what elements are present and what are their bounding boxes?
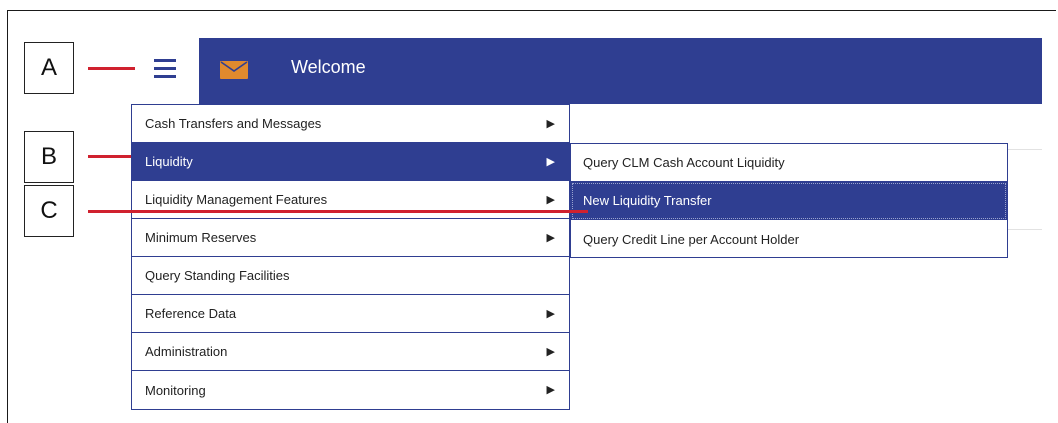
envelope-icon[interactable] — [220, 61, 248, 79]
callout-a-line — [88, 67, 135, 70]
menu-item-label: Monitoring — [145, 382, 206, 398]
menu-item-liquidity[interactable]: Liquidity ▶ — [132, 143, 569, 181]
submenu-item-label: Query Credit Line per Account Holder — [583, 231, 800, 247]
menu-item-label: Administration — [145, 344, 228, 359]
menu-item-label: Query Standing Facilities — [145, 268, 290, 283]
menu-item-query-standing-facilities[interactable]: Query Standing Facilities — [132, 257, 569, 295]
callout-a: A — [24, 42, 74, 94]
hamburger-icon[interactable] — [154, 59, 176, 79]
callout-b-label: B — [40, 143, 57, 170]
menu-item-label: Liquidity — [145, 154, 193, 169]
submenu-item-new-liquidity-transfer[interactable]: New Liquidity Transfer — [571, 182, 1007, 220]
submenu-item-label: New Liquidity Transfer — [583, 193, 712, 208]
callout-c-label: C — [40, 197, 58, 224]
callout-c: C — [24, 185, 74, 237]
menu-item-label: Reference Data — [145, 306, 237, 321]
menu-item-reference-data[interactable]: Reference Data ▶ — [132, 295, 569, 333]
menu-item-administration[interactable]: Administration ▶ — [132, 333, 569, 371]
submenu-item-query-credit-line[interactable]: Query Credit Line per Account Holder — [571, 220, 1007, 258]
divider-line — [1008, 149, 1042, 150]
menu-item-label: Liquidity Management Features — [145, 192, 328, 207]
navigation-menu: Cash Transfers and Messages ▶ Liquidity … — [131, 104, 570, 410]
menu-item-label: Cash Transfers and Messages — [145, 116, 322, 131]
submenu-arrow-icon: ▶ — [546, 232, 555, 244]
submenu-arrow-icon: ▶ — [546, 346, 555, 358]
submenu-item-label: Query CLM Cash Account Liquidity — [583, 155, 785, 170]
submenu-arrow-icon: ▶ — [546, 384, 555, 396]
submenu-arrow-icon: ▶ — [546, 194, 555, 206]
menu-item-minimum-reserves[interactable]: Minimum Reserves ▶ — [132, 219, 569, 257]
callout-b: B — [24, 131, 74, 183]
menu-item-liquidity-management[interactable]: Liquidity Management Features ▶ — [132, 181, 569, 219]
menu-item-label: Minimum Reserves — [145, 230, 257, 245]
menu-item-cash-transfers[interactable]: Cash Transfers and Messages ▶ — [132, 105, 569, 143]
callout-c-line — [88, 210, 588, 213]
submenu-arrow-icon: ▶ — [546, 118, 555, 130]
page-title: Welcome — [291, 57, 366, 77]
menu-item-monitoring[interactable]: Monitoring ▶ — [132, 371, 569, 409]
submenu-arrow-icon: ▶ — [546, 156, 555, 168]
divider-line — [1008, 229, 1042, 230]
callout-a-label: A — [40, 54, 57, 81]
app-header: Welcome — [199, 38, 1042, 104]
submenu-item-query-clm-cash-account-liquidity[interactable]: Query CLM Cash Account Liquidity — [571, 144, 1007, 182]
submenu-arrow-icon: ▶ — [546, 308, 555, 320]
liquidity-submenu: Query CLM Cash Account Liquidity New Liq… — [570, 143, 1008, 258]
